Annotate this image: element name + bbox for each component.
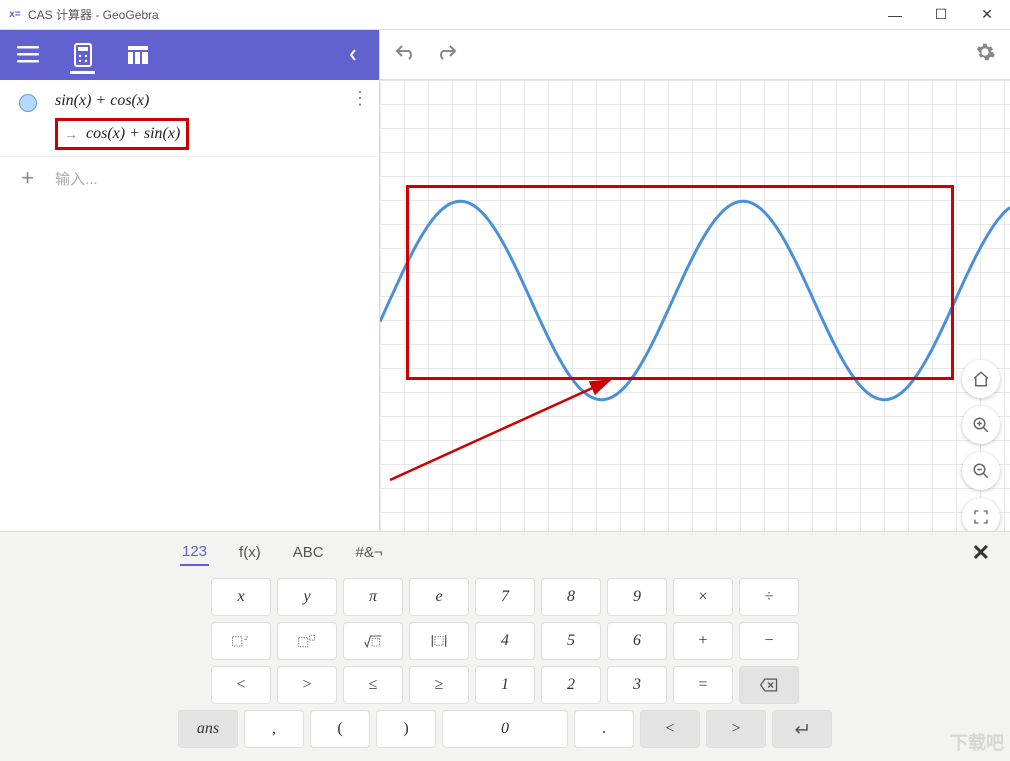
- close-button[interactable]: ✕: [964, 0, 1010, 30]
- key-⌫[interactable]: [739, 666, 799, 704]
- keyboard-tabs: 123 f(x) ABC #&¬ ✕: [0, 532, 1010, 572]
- key-≥[interactable]: ≥: [409, 666, 469, 704]
- home-button[interactable]: [962, 360, 1000, 398]
- key-.[interactable]: .: [574, 710, 634, 748]
- key-3[interactable]: 3: [607, 666, 667, 704]
- key-▢▫[interactable]: [277, 622, 337, 660]
- calculator-tab[interactable]: [55, 30, 110, 80]
- titlebar-left: x= CAS 计算器 - GeoGebra: [8, 6, 159, 23]
- key-4[interactable]: 4: [475, 622, 535, 660]
- key-)[interactable]: ): [376, 710, 436, 748]
- key-−[interactable]: −: [739, 622, 799, 660]
- zoom-out-button[interactable]: [962, 452, 1000, 490]
- minimize-button[interactable]: —: [872, 0, 918, 30]
- settings-button[interactable]: [974, 41, 996, 68]
- kb-tab-fx[interactable]: f(x): [237, 540, 263, 565]
- kb-tab-123[interactable]: 123: [180, 539, 209, 566]
- graph-toolbar: [380, 30, 1010, 80]
- keyboard-close-button[interactable]: ✕: [972, 540, 990, 566]
- key-x[interactable]: x: [211, 578, 271, 616]
- key-=[interactable]: =: [673, 666, 733, 704]
- gear-icon: [974, 41, 996, 63]
- graph-view[interactable]: [380, 30, 1010, 531]
- zoom-in-button[interactable]: [962, 406, 1000, 444]
- output-arrow-icon: →: [64, 126, 78, 142]
- window-titlebar: x= CAS 计算器 - GeoGebra — ☐ ✕: [0, 0, 1010, 30]
- undo-button[interactable]: [394, 43, 416, 66]
- key-ans[interactable]: ans: [178, 710, 238, 748]
- key-▢²[interactable]: 2: [211, 622, 271, 660]
- virtual-keyboard: 123 f(x) ABC #&¬ ✕ xyπe789×÷2456+−<>≤≥12…: [0, 531, 1010, 761]
- key-÷[interactable]: ÷: [739, 578, 799, 616]
- graph-controls: [962, 360, 1000, 531]
- table-icon: [127, 45, 149, 65]
- key-1[interactable]: 1: [475, 666, 535, 704]
- key-5[interactable]: 5: [541, 622, 601, 660]
- add-row-button[interactable]: +: [0, 165, 55, 191]
- cas-row[interactable]: sin(x) + cos(x) → cos(x) + sin(x) ⋮: [0, 80, 379, 156]
- zoom-out-icon: [972, 462, 990, 480]
- collapse-panel-button[interactable]: [333, 35, 373, 75]
- key-√▢[interactable]: [343, 622, 403, 660]
- annotation-arrow: [380, 370, 660, 490]
- key-↵[interactable]: [772, 710, 832, 748]
- row-more-button[interactable]: ⋮: [351, 88, 369, 109]
- table-tab[interactable]: [110, 30, 165, 80]
- key->[interactable]: >: [706, 710, 766, 748]
- kb-tab-abc[interactable]: ABC: [291, 540, 326, 565]
- key-6[interactable]: 6: [607, 622, 667, 660]
- cas-input[interactable]: sin(x) + cos(x): [55, 88, 349, 118]
- visibility-toggle[interactable]: [19, 94, 37, 112]
- redo-button[interactable]: [436, 43, 458, 66]
- maximize-button[interactable]: ☐: [918, 0, 964, 30]
- key-0[interactable]: 0: [442, 710, 568, 748]
- window-controls: — ☐ ✕: [872, 0, 1010, 30]
- cas-new-row[interactable]: + 输入...: [0, 156, 379, 199]
- keyboard-keys: xyπe789×÷2456+−<>≤≥123=ans,()0.<>: [0, 572, 1010, 754]
- cas-rows: sin(x) + cos(x) → cos(x) + sin(x) ⋮ + 输入…: [0, 80, 379, 531]
- kb-tab-sym[interactable]: #&¬: [354, 540, 385, 565]
- cas-input-placeholder[interactable]: 输入...: [55, 168, 379, 189]
- app-icon: x=: [8, 8, 22, 22]
- key-×[interactable]: ×: [673, 578, 733, 616]
- highlight-box-curve: [406, 185, 954, 380]
- key-e[interactable]: e: [409, 578, 469, 616]
- undo-icon: [394, 43, 416, 61]
- svg-text:2: 2: [244, 635, 248, 642]
- key-<[interactable]: <: [211, 666, 271, 704]
- cas-toolbar: [0, 30, 379, 80]
- key-2[interactable]: 2: [541, 666, 601, 704]
- cas-panel: sin(x) + cos(x) → cos(x) + sin(x) ⋮ + 输入…: [0, 30, 380, 531]
- chevron-left-icon: [348, 48, 358, 62]
- key-8[interactable]: 8: [541, 578, 601, 616]
- key-9[interactable]: 9: [607, 578, 667, 616]
- key-π[interactable]: π: [343, 578, 403, 616]
- key-+[interactable]: +: [673, 622, 733, 660]
- menu-button[interactable]: [0, 30, 55, 80]
- highlight-box-output: → cos(x) + sin(x): [55, 118, 189, 150]
- fullscreen-button[interactable]: [962, 498, 1000, 531]
- key-y[interactable]: y: [277, 578, 337, 616]
- key-≤[interactable]: ≤: [343, 666, 403, 704]
- key-7[interactable]: 7: [475, 578, 535, 616]
- key-,[interactable]: ,: [244, 710, 304, 748]
- key->[interactable]: >: [277, 666, 337, 704]
- key-([interactable]: (: [310, 710, 370, 748]
- zoom-in-icon: [972, 416, 990, 434]
- redo-icon: [436, 43, 458, 61]
- key-|▢|[interactable]: [409, 622, 469, 660]
- window-title: CAS 计算器 - GeoGebra: [28, 6, 159, 23]
- key-<[interactable]: <: [640, 710, 700, 748]
- home-icon: [972, 370, 990, 388]
- cas-output: cos(x) + sin(x): [86, 125, 180, 143]
- calculator-icon: [73, 43, 93, 67]
- fullscreen-icon: [973, 509, 989, 525]
